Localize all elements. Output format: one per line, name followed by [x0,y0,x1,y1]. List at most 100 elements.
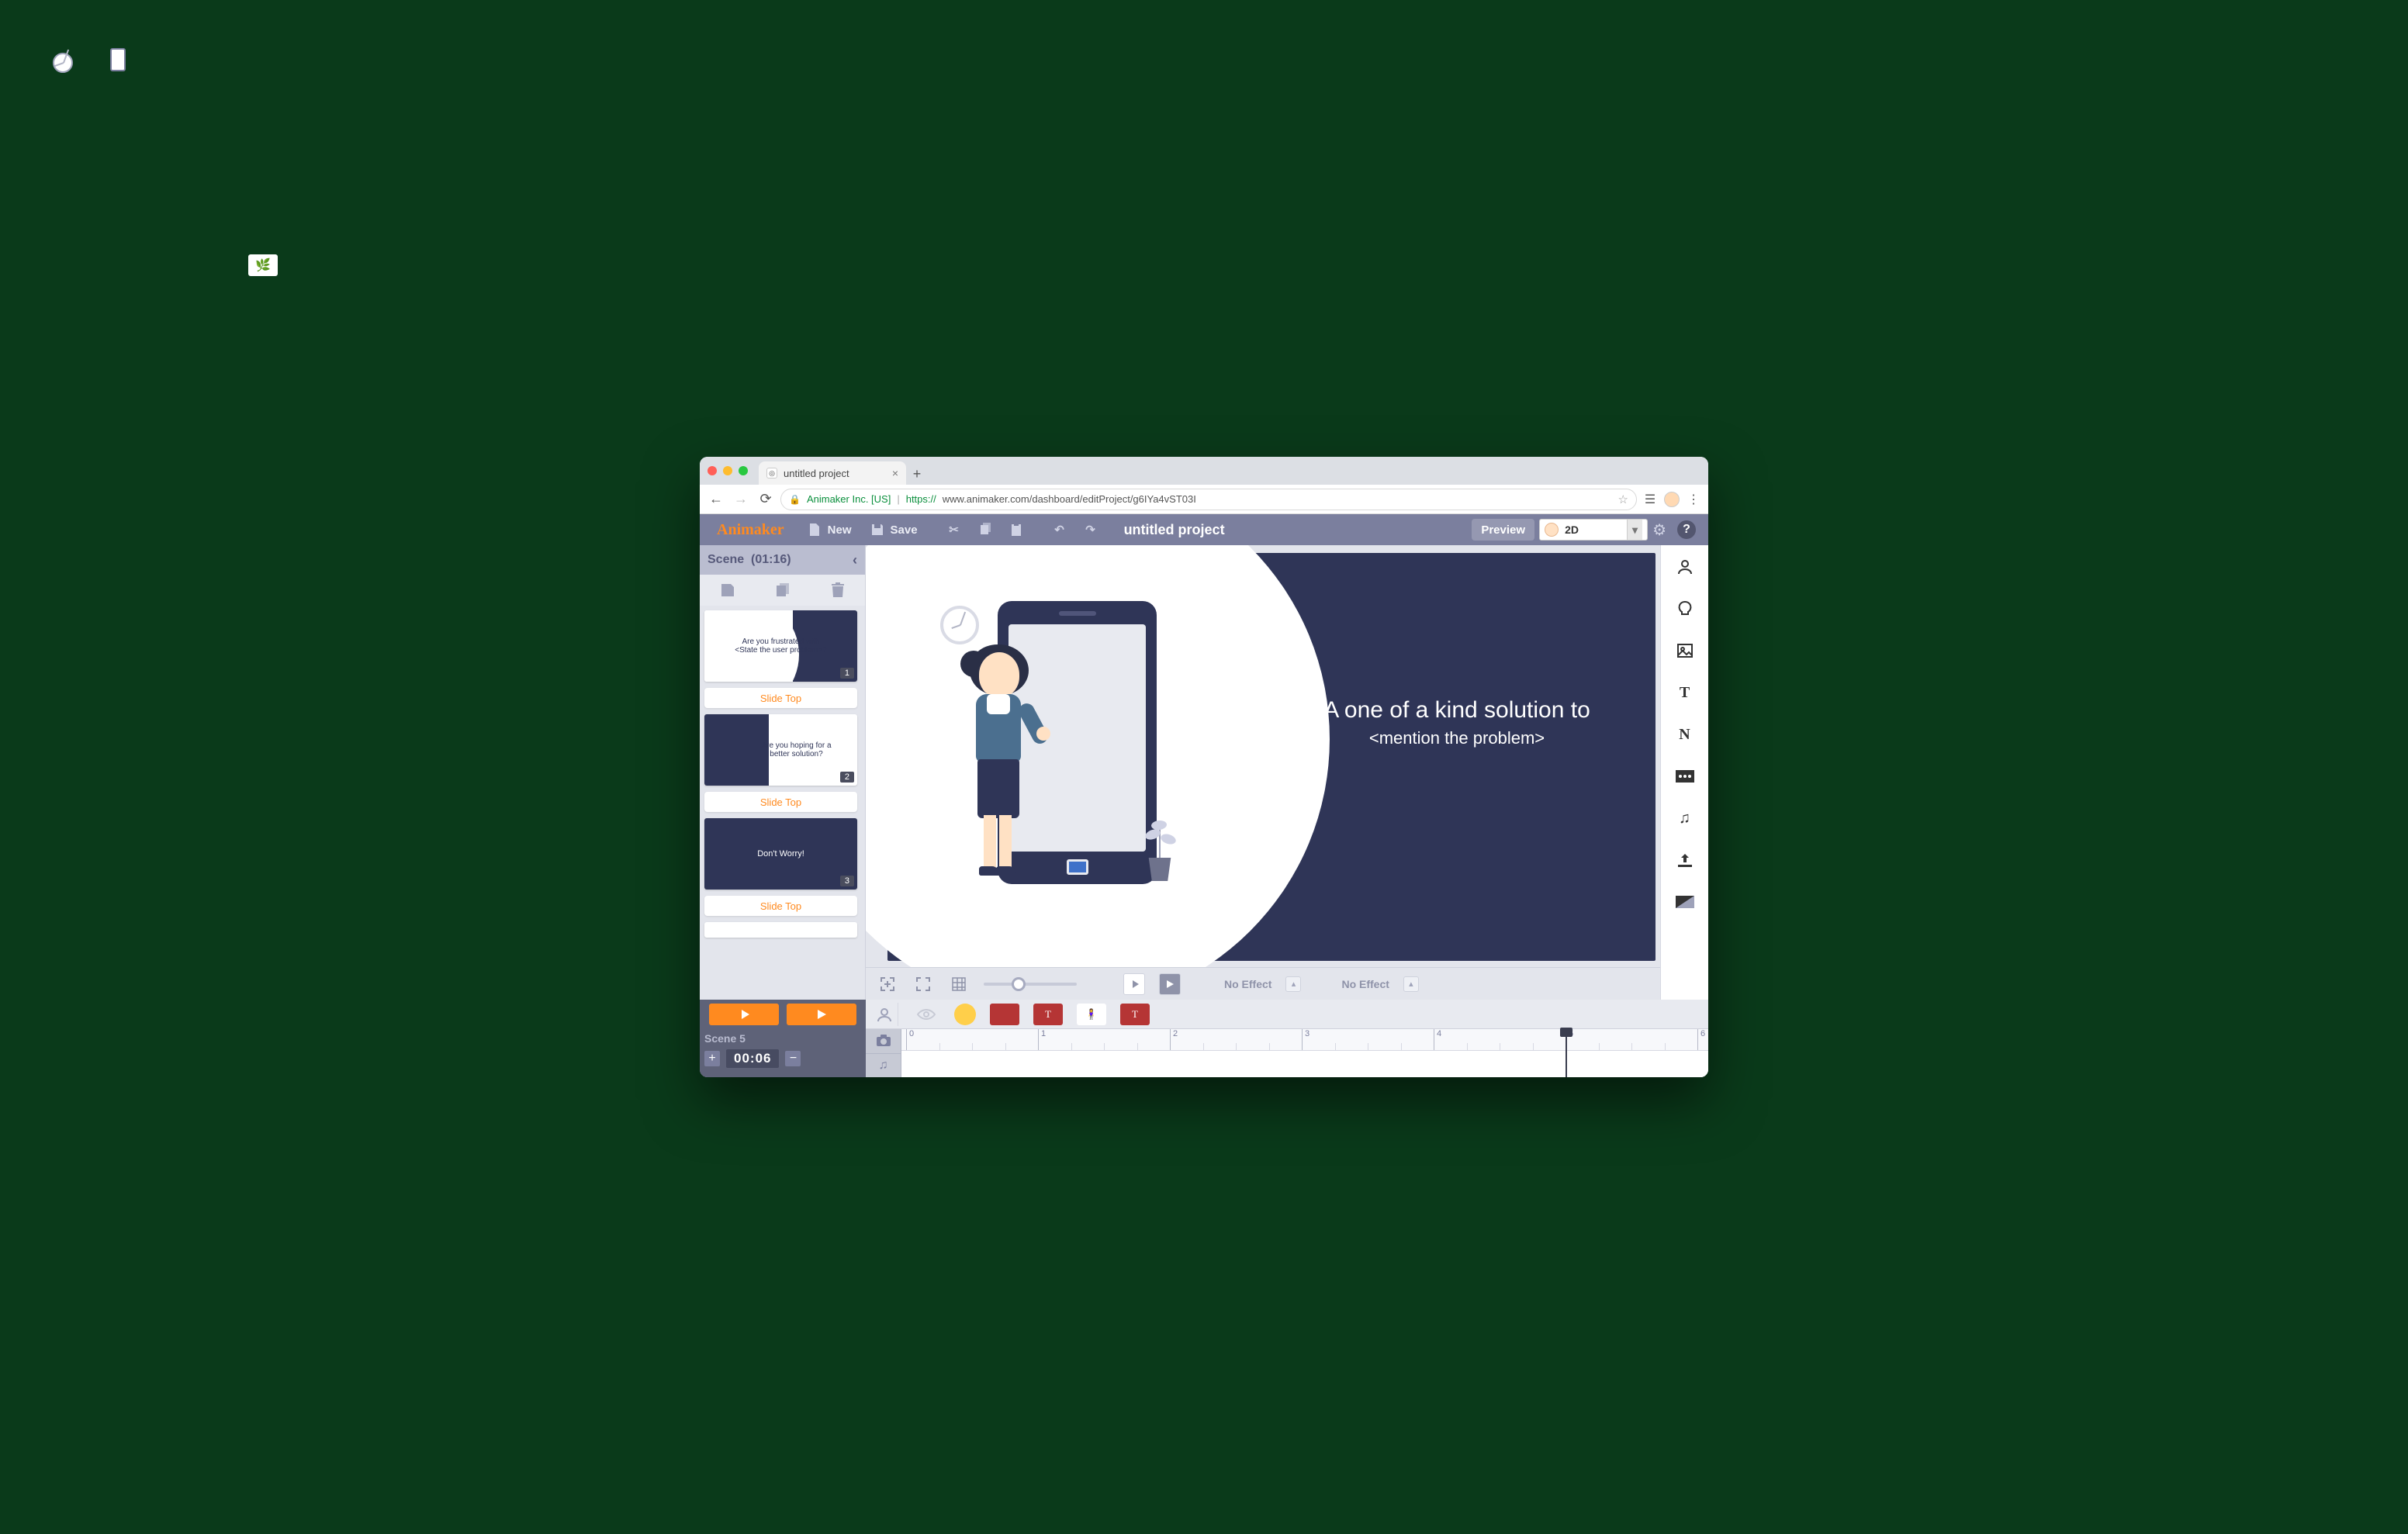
fit-to-screen-button[interactable] [877,973,898,995]
cut-button[interactable]: ✂ [941,518,967,541]
clip-text-1[interactable]: T [1033,1004,1063,1025]
project-title[interactable]: untitled project [1124,522,1225,538]
props-tab[interactable] [1674,598,1696,620]
back-button[interactable]: ← [706,489,726,510]
browser-tab[interactable]: ◎ untitled project × [759,461,906,485]
play-button[interactable] [1159,973,1181,995]
visibility-track-icon[interactable] [912,1003,940,1026]
enter-effect-button[interactable]: ▴ [1285,976,1301,992]
timeline-scene-label: Scene 5 [700,1029,866,1048]
url-host: www.animaker.com [943,493,1029,505]
clip-character[interactable]: 🧍‍♀️ [1077,1004,1106,1025]
upload-tab[interactable] [1674,849,1696,871]
redo-button[interactable]: ↷ [1078,518,1104,541]
clip-text-2[interactable]: T [1120,1004,1150,1025]
gear-icon[interactable]: ⚙ [1652,520,1666,540]
music-tab[interactable]: ♫ [1674,807,1696,829]
browser-toolbar: ← → ⟳ 🔒 Animaker Inc. [US] | https://www… [700,485,1708,514]
character-track-icon[interactable] [870,1003,898,1026]
stage[interactable]: A one of a kind solution to <mention the… [887,553,1656,961]
exit-effect-label: No Effect [1341,978,1389,990]
delete-scene-button[interactable] [827,579,849,601]
time-increase-button[interactable]: − [785,1051,801,1066]
scene-thumb-4[interactable] [704,922,857,938]
copy-icon [977,521,994,538]
close-window-icon[interactable] [708,466,717,475]
close-tab-icon[interactable]: × [892,467,898,479]
bookmark-icon[interactable]: ☆ [1618,492,1628,506]
scissors-icon: ✂ [946,521,963,538]
url-protocol: https:// [906,493,936,505]
url-path: /dashboard/editProject/g6IYa4vST03I [1029,493,1196,505]
browser-window: ◎ untitled project × + ← → ⟳ 🔒 Animaker … [700,457,1708,1077]
collapse-panel-icon[interactable]: ‹ [853,552,857,568]
app-toolbar: Animaker New Save ✂ ↶ ↷ untitled project… [700,514,1708,545]
scene-list[interactable]: Are you frustrated with<State the user p… [700,606,865,1000]
time-decrease-button[interactable]: + [704,1051,720,1066]
scene-number: 3 [840,876,854,886]
extensions-icon[interactable]: ☰ [1642,491,1659,508]
clock-prop[interactable] [940,606,979,644]
paste-button[interactable] [1003,518,1029,541]
undo-button[interactable]: ↶ [1047,518,1073,541]
fullscreen-button[interactable] [912,973,934,995]
audio-track-button[interactable]: ♫ [866,1054,901,1078]
clip-background[interactable] [954,1004,976,1025]
exit-effect-button[interactable]: ▴ [1403,976,1419,992]
camera-track-button[interactable] [866,1029,901,1054]
reload-button[interactable]: ⟳ [756,489,776,510]
numbers-tab[interactable]: N [1674,724,1696,745]
play-all-button[interactable] [787,1004,856,1025]
scene-tools [700,575,865,606]
stage-toolbar: No Effect ▴ No Effect ▴ [866,967,1660,1000]
play-from-start-button[interactable] [1123,973,1145,995]
scene-panel: Scene (01:16) ‹ Are you frustrated with<… [700,545,866,1000]
characters-tab[interactable] [1674,556,1696,578]
slide-text[interactable]: A one of a kind solution to <mention the… [1302,697,1612,748]
scene-thumb-1[interactable]: Are you frustrated with<State the user p… [704,610,857,682]
undo-icon: ↶ [1051,521,1068,538]
zoom-slider[interactable] [984,983,1077,986]
profile-avatar[interactable] [1663,491,1680,508]
play-scene-button[interactable] [709,1004,779,1025]
logo[interactable]: Animaker [706,521,795,539]
app-root: Animaker New Save ✂ ↶ ↷ untitled project… [700,514,1708,1077]
maximize-window-icon[interactable] [739,466,748,475]
transition-3[interactable]: Slide Top [704,896,857,916]
scene-panel-duration: (01:16) [751,553,791,566]
stage-viewport[interactable]: A one of a kind solution to <mention the… [866,545,1660,967]
chrome-menu-icon[interactable]: ⋮ [1685,491,1702,508]
effects-tab[interactable] [1674,765,1696,787]
scene-thumb-3[interactable]: Don't Worry! 3 [704,818,857,890]
character-woman[interactable] [956,652,1041,885]
timeline-objects: T 🧍‍♀️ 🌿 T [866,1000,1708,1029]
transition-1[interactable]: Slide Top [704,688,857,708]
canvas-area: A one of a kind solution to <mention the… [866,545,1660,1000]
new-tab-button[interactable]: + [906,463,928,485]
plant-prop[interactable] [1136,807,1182,881]
preview-button[interactable]: Preview [1472,519,1534,541]
save-button[interactable]: Save [863,518,924,541]
window-controls [708,457,759,485]
add-scene-button[interactable] [717,579,739,601]
mode-dropdown[interactable]: 2D ▾ [1539,519,1648,541]
minimize-window-icon[interactable] [723,466,732,475]
images-tab[interactable] [1674,640,1696,662]
help-icon[interactable]: ? [1677,520,1696,539]
scene-thumb-2[interactable]: Are you hoping for abetter solution? 2 [704,714,857,786]
redo-icon: ↷ [1082,521,1099,538]
address-bar[interactable]: 🔒 Animaker Inc. [US] | https://www.anima… [780,489,1637,510]
chevron-down-icon: ▾ [1627,520,1642,540]
copy-button[interactable] [972,518,998,541]
timeline-ruler[interactable]: 0123456 [901,1029,1708,1077]
timeline-controls: Scene 5 + 00:06 − [700,1000,866,1077]
text-tab[interactable]: T [1674,682,1696,703]
clip-shape[interactable] [990,1004,1019,1025]
duplicate-scene-button[interactable] [772,579,794,601]
forward-button[interactable]: → [731,489,751,510]
background-tab[interactable] [1674,891,1696,913]
transition-2[interactable]: Slide Top [704,792,857,812]
scene-panel-title: Scene [708,553,744,566]
grid-button[interactable] [948,973,970,995]
new-button[interactable]: New [800,518,858,541]
